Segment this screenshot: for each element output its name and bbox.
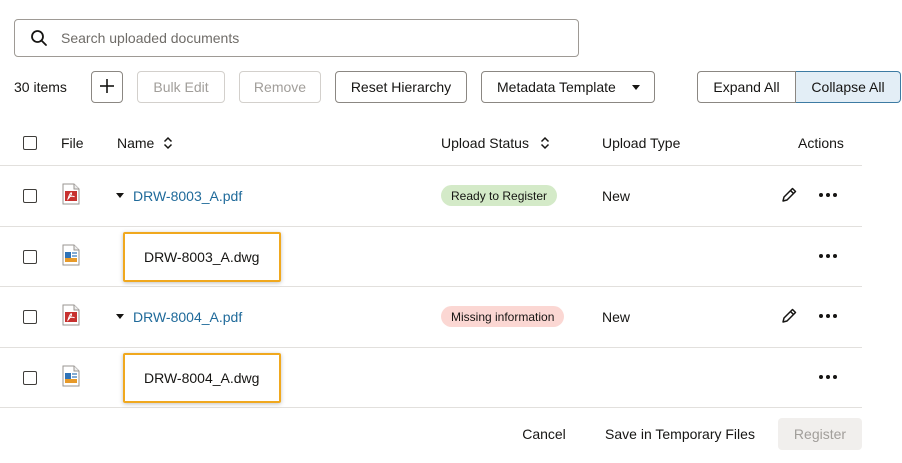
status-badge: Ready to Register [441, 185, 558, 206]
caret-down-icon [632, 85, 640, 90]
table-header: File Name Upload Status Upload Type Acti… [0, 123, 862, 166]
register-button[interactable]: Register [778, 418, 862, 450]
collapse-row-caret-icon[interactable] [116, 314, 124, 319]
reset-hierarchy-button[interactable]: Reset Hierarchy [335, 71, 467, 103]
table-row[interactable]: DRW-8004_A.pdf Missing information New [0, 287, 862, 348]
document-name-link[interactable]: DRW-8003_A.pdf [133, 188, 242, 204]
collapse-row-caret-icon[interactable] [116, 193, 124, 198]
column-header-name-label: Name [117, 135, 155, 151]
column-header-upload-status[interactable]: Upload Status [441, 135, 550, 151]
document-name: DRW-8004_A.dwg [144, 369, 260, 386]
metadata-template-label: Metadata Template [497, 79, 616, 95]
more-actions-icon[interactable] [816, 307, 840, 325]
dwg-file-icon [62, 365, 80, 387]
more-actions-icon[interactable] [816, 247, 840, 265]
table-row[interactable]: DRW-8004_A.dwg [0, 348, 862, 408]
add-button[interactable] [91, 71, 123, 103]
collapse-all-button[interactable]: Collapse All [796, 71, 901, 103]
pdf-file-icon [62, 304, 80, 326]
expand-collapse-toggle: Expand All Collapse All [697, 71, 901, 103]
edit-pencil-icon[interactable] [780, 307, 798, 325]
more-actions-icon[interactable] [816, 368, 840, 386]
column-header-upload-type: Upload Type [602, 135, 681, 151]
row-checkbox[interactable] [23, 249, 37, 264]
metadata-template-dropdown[interactable]: Metadata Template [481, 71, 655, 103]
pdf-file-icon [62, 183, 80, 205]
dwg-file-icon [62, 244, 80, 266]
column-header-actions: Actions [798, 135, 844, 151]
row-checkbox[interactable] [23, 370, 37, 385]
search-box[interactable] [14, 19, 579, 57]
document-name-link[interactable]: DRW-8004_A.pdf [133, 309, 242, 325]
search-input[interactable] [61, 30, 541, 46]
table-row[interactable]: DRW-8003_A.dwg [0, 227, 862, 287]
upload-type: New [602, 309, 631, 325]
upload-type: New [602, 188, 631, 204]
toolbar: 30 items Bulk Edit Remove Reset Hierarch… [0, 71, 902, 103]
sort-icon[interactable] [540, 136, 550, 150]
more-actions-icon[interactable] [816, 186, 840, 204]
document-name: DRW-8003_A.dwg [144, 248, 260, 265]
save-temporary-button[interactable]: Save in Temporary Files [595, 418, 765, 450]
column-header-file: File [61, 135, 84, 151]
cancel-button[interactable]: Cancel [513, 418, 575, 450]
row-checkbox[interactable] [23, 310, 37, 324]
remove-button[interactable]: Remove [239, 71, 321, 103]
documents-table: File Name Upload Status Upload Type Acti… [0, 123, 862, 408]
edit-pencil-icon[interactable] [780, 186, 798, 204]
select-all-checkbox[interactable] [23, 136, 37, 150]
bulk-edit-button[interactable]: Bulk Edit [137, 71, 225, 103]
search-icon [29, 28, 49, 48]
plus-icon [99, 78, 115, 97]
table-row[interactable]: DRW-8003_A.pdf Ready to Register New [0, 166, 862, 227]
footer-actions: Cancel Save in Temporary Files Register [0, 418, 902, 450]
sort-icon[interactable] [163, 136, 173, 150]
column-header-upload-status-label: Upload Status [441, 135, 529, 151]
item-count: 30 items [14, 79, 67, 95]
row-checkbox[interactable] [23, 189, 37, 203]
status-badge: Missing information [441, 306, 565, 327]
expand-all-button[interactable]: Expand All [697, 71, 796, 103]
column-header-name[interactable]: Name [117, 135, 173, 151]
